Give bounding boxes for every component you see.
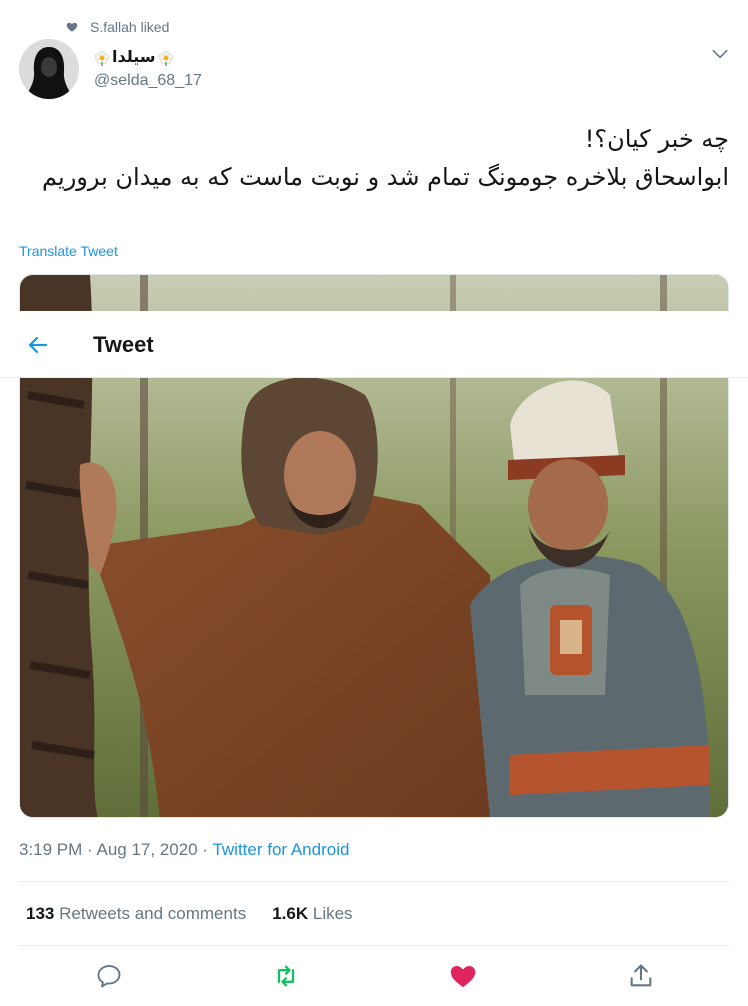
back-arrow-icon[interactable] (26, 333, 50, 357)
reply-icon[interactable] (95, 962, 123, 990)
tweet-meta: 3:19 PM · Aug 17, 2020 · Twitter for And… (19, 840, 349, 860)
heart-icon (66, 22, 78, 32)
user-handle[interactable]: @selda_68_17 (94, 70, 202, 92)
flower-emoji (158, 50, 174, 66)
tweet-actions (0, 958, 748, 994)
retweets-count: 133 (26, 904, 55, 923)
tweet-timestamp[interactable]: 3:19 PM · Aug 17, 2020 · (19, 840, 212, 859)
retweets-stat[interactable]: 133 Retweets and comments (26, 904, 246, 924)
tweet-stats: 133 Retweets and comments 1.6K Likes (26, 904, 353, 924)
tweet-source-link[interactable]: Twitter for Android (212, 840, 349, 859)
tweet-text-line: چه خبر کیان؟! (584, 125, 729, 153)
likes-stat[interactable]: 1.6K Likes (272, 904, 352, 924)
divider (19, 945, 729, 946)
tweet-header-bar: Tweet (0, 311, 748, 378)
retweets-label: Retweets and comments (59, 904, 247, 923)
tweet-text-line: ابواسحاق بلاخره جومونگ تمام شد و نوبت ما… (42, 163, 729, 191)
translate-tweet-link[interactable]: Translate Tweet (19, 243, 118, 259)
divider (19, 881, 729, 882)
like-icon[interactable] (449, 962, 477, 990)
avatar[interactable] (19, 39, 79, 99)
tweet-text: چه خبر کیان؟! ابواسحاق بلاخره جومونگ تما… (19, 120, 729, 196)
social-context: S.fallah liked (66, 17, 169, 37)
share-icon[interactable] (627, 962, 655, 990)
retweet-icon[interactable] (272, 962, 300, 990)
social-context-text: S.fallah liked (90, 19, 170, 35)
likes-count: 1.6K (272, 904, 309, 923)
display-name[interactable]: سیلدا (94, 47, 202, 69)
display-name-text: سیلدا (112, 48, 156, 66)
chevron-down-icon[interactable] (710, 44, 730, 64)
flower-emoji (94, 50, 110, 66)
tweet-author[interactable]: سیلدا @selda_68_17 (19, 39, 202, 99)
page-title: Tweet (93, 332, 154, 357)
likes-label: Likes (312, 904, 353, 923)
